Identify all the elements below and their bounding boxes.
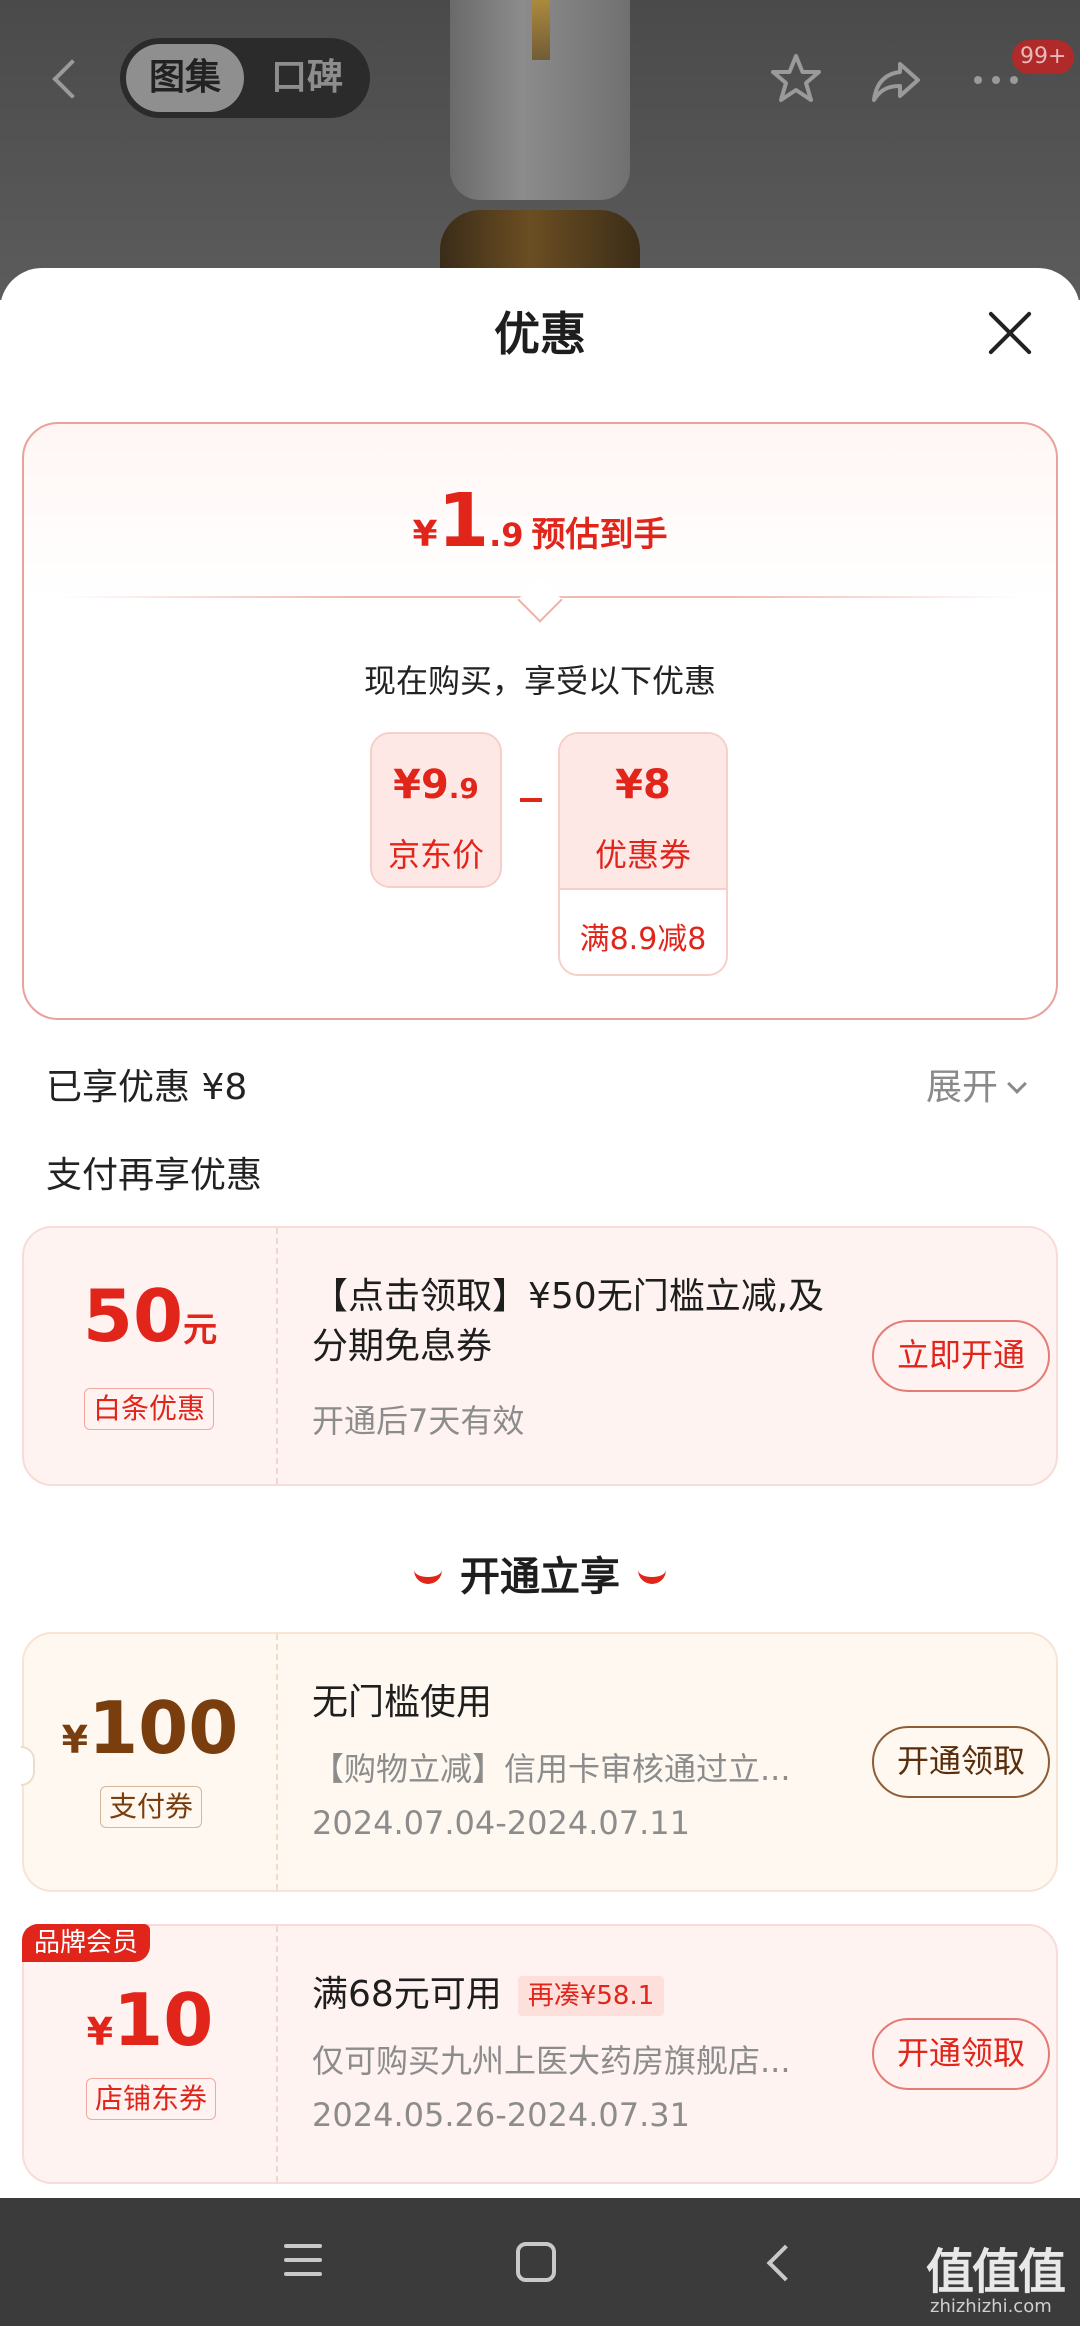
nav-back-icon[interactable] — [762, 2244, 798, 2280]
tab-gallery[interactable]: 图集 — [126, 44, 244, 112]
pay-coupon-title: 无门槛使用 — [312, 1682, 493, 1723]
tab-reviews[interactable]: 口碑 — [248, 44, 366, 112]
jd-price-yen: ¥ — [393, 762, 421, 808]
close-icon[interactable] — [985, 308, 1035, 358]
baitiao-title: 【点击领取】¥50无门槛立减,及分期免息券 — [312, 1276, 825, 1367]
coupon-condition: 满8.9减8 — [579, 922, 707, 957]
shop-coupon-tag: 店铺东券 — [86, 2078, 217, 2120]
star-icon[interactable] — [766, 50, 826, 110]
shop-coupon-title: 满68元可用 — [312, 1974, 502, 2015]
shop-coupon-title-row: 满68元可用 再凑¥58.1 — [312, 1970, 665, 2020]
baitiao-desc: 开通后7天有效 — [312, 1402, 525, 1440]
sheet-title: 优惠 — [494, 307, 586, 361]
pay-coupon-amount: 100 — [88, 1686, 239, 1770]
price-integer: 1 — [437, 478, 490, 564]
back-icon[interactable] — [50, 55, 90, 105]
shop-coupon-yen: ¥ — [86, 2010, 114, 2054]
system-nav-bar — [0, 2198, 1080, 2326]
pay-coupon-tag: 支付券 — [100, 1786, 203, 1828]
chevron-down-icon — [1007, 1074, 1027, 1094]
share-icon[interactable] — [866, 50, 926, 110]
price-label: 预估到手 — [531, 515, 668, 555]
activate-claim-button[interactable]: 开通领取 — [872, 1726, 1050, 1798]
open-benefits-header: 开通立享 — [0, 1544, 1080, 1602]
coupon-discount-box: ¥8 优惠券 满8.9减8 — [558, 732, 728, 976]
minus-sign — [520, 798, 542, 802]
baitiao-amount: 50 — [82, 1274, 184, 1358]
jd-price-dec: .9 — [448, 772, 479, 805]
expand-button[interactable]: 展开 — [926, 1058, 1027, 1110]
buy-now-text: 现在购买，享受以下优惠 — [363, 662, 716, 700]
brand-member-tag: 品牌会员 — [22, 1924, 151, 1962]
pay-coupon-yen: ¥ — [61, 1718, 89, 1762]
watermark-logo: 值值值 — [926, 2244, 1066, 2300]
baitiao-coupon-card: 50元 白条优惠 【点击领取】¥50无门槛立减,及分期免息券 开通后7天有效 立… — [22, 1226, 1058, 1486]
shop-coupon-date: 2024.05.26-2024.07.31 — [312, 2096, 690, 2134]
activate-now-button[interactable]: 立即开通 — [872, 1320, 1050, 1392]
price-decimal: .9 — [489, 516, 524, 554]
shop-claim-button[interactable]: 开通领取 — [872, 2018, 1050, 2090]
shop-coupon-card: ¥10 店铺东券 满68元可用 再凑¥58.1 仅可购买九州上医大药房旗舰店...… — [22, 1924, 1058, 2184]
currency-symbol: ¥ — [412, 514, 438, 555]
open-benefits-title: 开通立享 — [460, 1554, 620, 1600]
recent-apps-icon[interactable] — [284, 2244, 322, 2278]
pay-coupon-date: 2024.07.04-2024.07.11 — [312, 1804, 690, 1842]
expand-label: 展开 — [926, 1067, 999, 1108]
pay-coupon-desc: 【购物立减】信用卡审核通过立... — [312, 1750, 791, 1788]
smile-icon — [638, 1570, 666, 1584]
shop-coupon-desc: 仅可购买九州上医大药房旗舰店... — [312, 2042, 791, 2080]
shop-coupon-amount: 10 — [113, 1978, 214, 2062]
coupon-label: 优惠券 — [594, 836, 691, 874]
jd-price-int: 9 — [420, 762, 449, 808]
home-icon[interactable] — [516, 2242, 556, 2282]
product-bottle-image — [440, 0, 640, 330]
top-up-badge: 再凑¥58.1 — [517, 1976, 665, 2016]
payment-coupon-card: ¥100 支付券 无门槛使用 【购物立减】信用卡审核通过立... 2024.07… — [21, 1632, 1058, 1892]
estimated-price: ¥1.9 预估到手 — [0, 478, 1080, 564]
baitiao-tag: 白条优惠 — [84, 1388, 215, 1430]
coupon-value: 8 — [643, 762, 671, 808]
notification-badge: 99+ — [1012, 40, 1075, 74]
baitiao-unit: 元 — [183, 1310, 218, 1350]
watermark-url: zhizhizhi.com — [930, 2296, 1052, 2317]
coupon-yen: ¥ — [615, 762, 643, 808]
jd-price-box: ¥9.9 京东价 — [370, 732, 502, 888]
view-switch: 图集 口碑 — [120, 38, 370, 118]
pay-more-title: 支付再享优惠 — [46, 1155, 263, 1196]
enjoyed-discount: 已享优惠 ¥8 — [46, 1067, 248, 1108]
jd-price-label: 京东价 — [387, 836, 484, 874]
smile-icon — [414, 1570, 442, 1584]
